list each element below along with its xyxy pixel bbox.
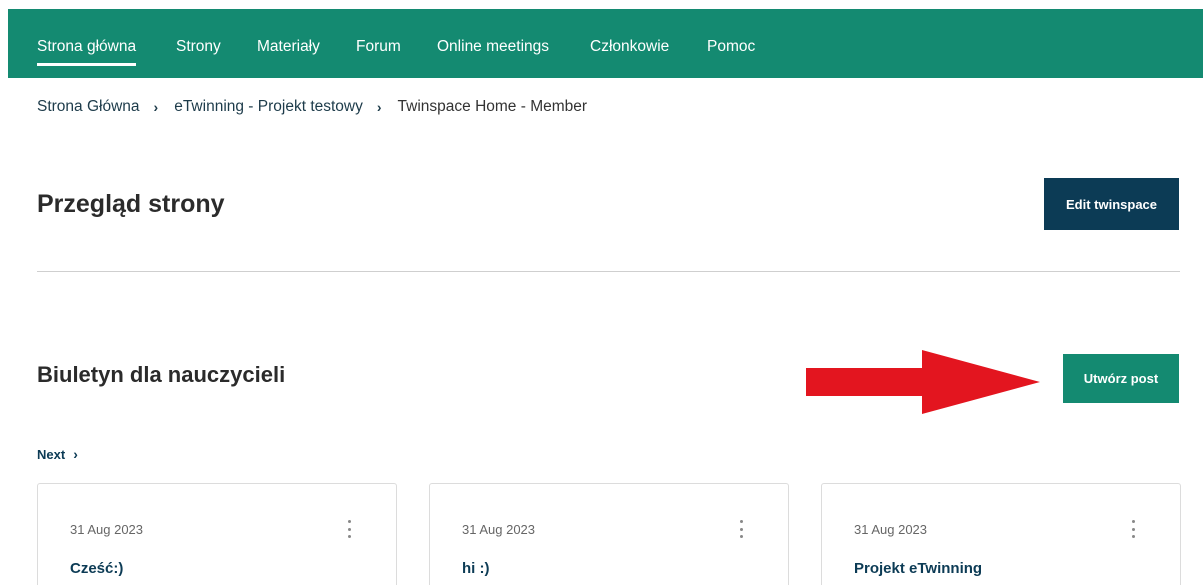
breadcrumb-project[interactable]: eTwinning - Projekt testowy: [174, 98, 363, 116]
post-date: 31 Aug 2023: [70, 522, 144, 537]
post-title[interactable]: Projekt eTwinning: [854, 560, 982, 577]
section-title: Biuletyn dla nauczycieli: [37, 362, 286, 387]
breadcrumb-home[interactable]: Strona Główna: [37, 98, 140, 116]
kebab-menu-icon[interactable]: [738, 520, 744, 538]
next-link[interactable]: Next ›: [37, 446, 78, 462]
post-title[interactable]: hi :): [462, 560, 490, 577]
divider: [37, 271, 1180, 272]
post-card[interactable]: 31 Aug 2023 Projekt eTwinning: [821, 483, 1181, 585]
nav-item-home[interactable]: Strona główna: [37, 9, 137, 66]
chevron-right-icon: ›: [153, 99, 159, 115]
kebab-menu-icon[interactable]: [1130, 520, 1136, 538]
post-title[interactable]: Cześć:): [70, 560, 123, 577]
page-title: Przegląd strony: [37, 190, 225, 218]
nav-item-online-meetings[interactable]: Online meetings: [437, 9, 549, 55]
breadcrumb: Strona Główna › eTwinning - Projekt test…: [37, 98, 587, 116]
nav-item-materials[interactable]: Materiały: [257, 9, 320, 55]
red-arrow-annotation: [806, 350, 1040, 414]
create-post-button[interactable]: Utwórz post: [1063, 354, 1179, 403]
chevron-right-icon: ›: [73, 446, 78, 462]
nav-item-help[interactable]: Pomoc: [707, 9, 755, 55]
next-label: Next: [37, 446, 66, 462]
nav-item-members[interactable]: Członkowie: [590, 9, 669, 55]
post-card[interactable]: 31 Aug 2023 hi :): [429, 483, 789, 585]
edit-twinspace-button[interactable]: Edit twinspace: [1044, 178, 1179, 230]
nav-item-pages[interactable]: Strony: [176, 9, 221, 55]
breadcrumb-current: Twinspace Home - Member: [397, 98, 588, 115]
post-date: 31 Aug 2023: [854, 522, 928, 537]
top-navigation: Strona główna Strony Materiały Forum Onl…: [8, 9, 1203, 78]
kebab-menu-icon[interactable]: [346, 520, 352, 538]
post-date: 31 Aug 2023: [462, 522, 536, 537]
nav-item-forum[interactable]: Forum: [356, 9, 401, 55]
post-card[interactable]: 31 Aug 2023 Cześć:): [37, 483, 397, 585]
chevron-right-icon: ›: [376, 99, 382, 115]
